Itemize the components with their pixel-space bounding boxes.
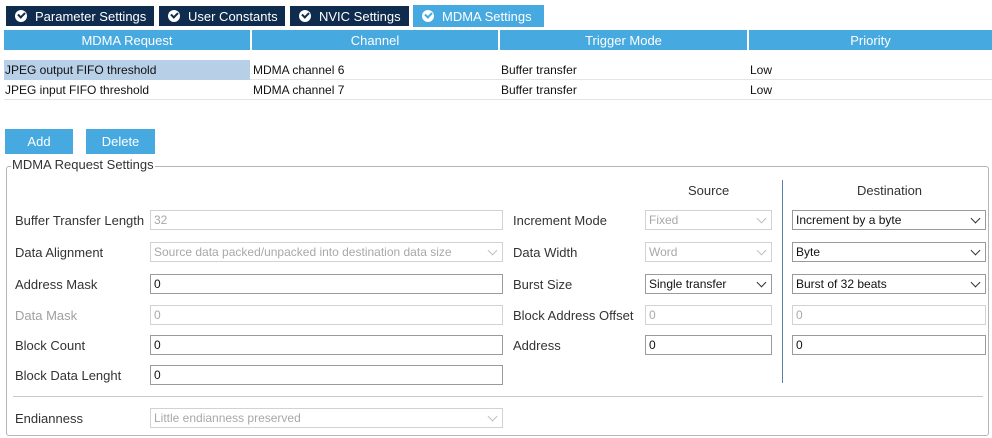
- cell-trigger: Buffer transfer: [501, 83, 577, 97]
- endianness-select[interactable]: Little endianness preserved: [150, 408, 503, 428]
- tab-user-constants[interactable]: User Constants: [159, 6, 285, 26]
- block-data-length-label: Block Data Lenght: [15, 368, 122, 383]
- tab-label: Parameter Settings: [35, 8, 147, 24]
- group-title: MDMA Request Settings: [11, 157, 155, 172]
- destination-increment-mode-value: Increment by a byte: [796, 213, 902, 227]
- column-header-trigger-mode[interactable]: Trigger Mode: [500, 30, 749, 50]
- check-circle-icon: [168, 10, 180, 22]
- chevron-down-icon: [970, 277, 981, 288]
- source-header: Source: [688, 183, 730, 198]
- destination-data-width-value: Byte: [796, 245, 821, 259]
- data-mask-field[interactable]: 0: [150, 305, 503, 325]
- burst-size-label: Burst Size: [513, 277, 573, 292]
- destination-data-width-select[interactable]: Byte: [792, 242, 986, 262]
- chevron-down-icon: [487, 411, 498, 422]
- chevron-down-icon: [487, 245, 498, 256]
- check-circle-icon: [299, 10, 311, 22]
- delete-button[interactable]: Delete: [86, 129, 155, 154]
- data-width-label: Data Width: [513, 245, 578, 260]
- chevron-down-icon: [756, 213, 767, 224]
- cell-priority: Low: [750, 83, 773, 97]
- source-increment-mode-value: Fixed: [649, 213, 679, 227]
- increment-mode-label: Increment Mode: [513, 213, 607, 228]
- destination-burst-size-select[interactable]: Burst of 32 beats: [792, 274, 986, 294]
- buffer-transfer-length-label: Buffer Transfer Length: [15, 213, 145, 228]
- destination-header: Destination: [857, 183, 923, 198]
- data-mask-label: Data Mask: [15, 308, 78, 323]
- data-alignment-label: Data Alignment: [15, 245, 104, 260]
- block-address-offset-label: Block Address Offset: [513, 308, 634, 323]
- source-burst-size-value: Single transfer: [649, 277, 727, 291]
- tab-mdma-settings[interactable]: MDMA Settings: [413, 5, 544, 27]
- tab-label: User Constants: [188, 8, 278, 24]
- check-circle-icon: [15, 10, 27, 22]
- add-button[interactable]: Add: [5, 129, 73, 154]
- cell-request: JPEG input FIFO threshold: [5, 83, 150, 97]
- cell-request: JPEG output FIFO threshold: [4, 60, 250, 80]
- address-label: Address: [513, 338, 561, 353]
- address-mask-label: Address Mask: [15, 277, 98, 292]
- destination-burst-size-value: Burst of 32 beats: [796, 277, 887, 291]
- column-header-mdma-request[interactable]: MDMA Request: [4, 30, 252, 50]
- column-header-priority[interactable]: Priority: [749, 30, 992, 50]
- check-circle-icon: [422, 10, 434, 22]
- block-count-field[interactable]: 0: [150, 335, 503, 355]
- table-row[interactable]: JPEG input FIFO threshold MDMA channel 7…: [4, 80, 992, 100]
- tab-parameter-settings[interactable]: Parameter Settings: [6, 6, 154, 26]
- destination-increment-mode-select[interactable]: Increment by a byte: [792, 210, 986, 230]
- chevron-down-icon: [756, 245, 767, 256]
- data-alignment-select[interactable]: Source data packed/unpacked into destina…: [150, 242, 503, 262]
- destination-block-address-offset-field[interactable]: 0: [792, 305, 986, 325]
- endianness-value: Little endianness preserved: [154, 411, 301, 425]
- cell-priority: Low: [750, 63, 773, 77]
- tab-label: MDMA Settings: [442, 8, 532, 24]
- buffer-transfer-length-field[interactable]: 32: [150, 210, 503, 230]
- chevron-down-icon: [970, 213, 981, 224]
- source-address-field[interactable]: 0: [645, 335, 772, 355]
- source-block-address-offset-field[interactable]: 0: [645, 305, 772, 325]
- data-alignment-value: Source data packed/unpacked into destina…: [154, 245, 452, 259]
- chevron-down-icon: [970, 245, 981, 256]
- endianness-label: Endianness: [15, 411, 83, 426]
- address-mask-field[interactable]: 0: [150, 274, 503, 294]
- tab-label: NVIC Settings: [319, 8, 401, 24]
- source-data-width-select[interactable]: Word: [645, 242, 772, 262]
- column-divider: [782, 180, 783, 383]
- source-burst-size-select[interactable]: Single transfer: [645, 274, 772, 294]
- cell-channel: MDMA channel 7: [253, 83, 345, 97]
- source-data-width-value: Word: [649, 245, 678, 259]
- cell-channel: MDMA channel 6: [253, 63, 345, 77]
- block-data-length-field[interactable]: 0: [150, 365, 503, 385]
- source-increment-mode-select[interactable]: Fixed: [645, 210, 772, 230]
- column-header-channel[interactable]: Channel: [252, 30, 500, 50]
- destination-address-field[interactable]: 0: [792, 335, 986, 355]
- table-row[interactable]: JPEG output FIFO threshold MDMA channel …: [4, 60, 992, 80]
- tab-nvic-settings[interactable]: NVIC Settings: [290, 6, 409, 26]
- divider: [13, 396, 983, 397]
- chevron-down-icon: [756, 277, 767, 288]
- cell-trigger: Buffer transfer: [501, 63, 577, 77]
- block-count-label: Block Count: [15, 338, 86, 353]
